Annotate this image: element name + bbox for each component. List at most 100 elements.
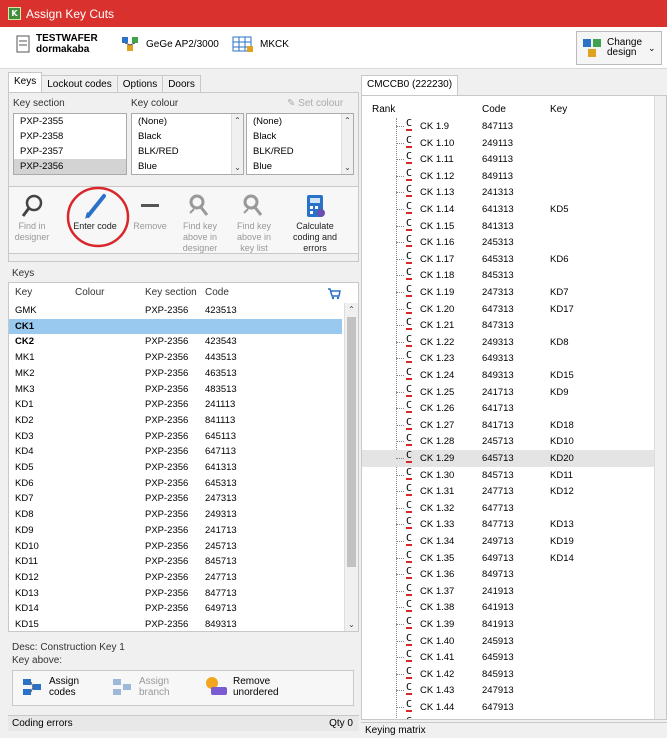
table-row[interactable]: KD5 PXP-2356 641313 — [9, 460, 342, 475]
tree-node[interactable]: C CK 1.26 641713 — [362, 400, 666, 417]
tree-node[interactable]: C CK 1.25 241713 KD9 — [362, 384, 666, 401]
scroll-down-icon[interactable]: ⌄ — [345, 620, 358, 629]
key-colour-list-1[interactable]: (None) Black BLK/RED Blue ⌃ ⌄ — [131, 113, 244, 175]
key-section-item[interactable]: PXP-2357 — [14, 144, 126, 159]
tree-node[interactable]: C CK 1.29 645713 KD20 — [362, 450, 666, 467]
tree-node[interactable]: C CK 1.16 245313 — [362, 234, 666, 251]
find-key-above-designer-button[interactable]: Find key above in designer — [177, 191, 223, 254]
col-key-section[interactable]: Key section — [145, 283, 197, 303]
table-row[interactable]: KD14 PXP-2356 649713 — [9, 601, 342, 616]
tree-node[interactable]: C CK 1.33 847713 KD13 — [362, 516, 666, 533]
scrollbar[interactable]: ⌃ ⌄ — [231, 114, 243, 174]
key-section-item[interactable]: PXP-2358 — [14, 129, 126, 144]
tab-lockout-codes[interactable]: Lockout codes — [41, 75, 118, 92]
tree-node[interactable]: C CK 1.32 647713 — [362, 500, 666, 517]
tree-node[interactable]: C CK 1.20 647313 KD17 — [362, 301, 666, 318]
scroll-down-icon[interactable]: ⌄ — [342, 163, 353, 172]
set-colour-button[interactable]: ✎ Set colour — [287, 98, 343, 109]
colour-item[interactable]: (None) — [247, 114, 353, 129]
colour-item[interactable]: Blue — [132, 159, 243, 174]
scroll-up-icon[interactable]: ⌃ — [345, 305, 358, 314]
scrollbar[interactable]: ⌃ ⌄ — [341, 114, 353, 174]
remove-button[interactable]: Remove — [131, 191, 169, 232]
find-in-designer-button[interactable]: Find in designer — [11, 191, 53, 243]
coding-errors-bar[interactable]: Coding errors Qty 0 — [8, 715, 359, 731]
tree-node[interactable]: C CK 1.37 241913 — [362, 583, 666, 600]
colour-item[interactable]: Black — [132, 129, 243, 144]
table-row[interactable]: KD11 PXP-2356 845713 — [9, 554, 342, 569]
tree-node[interactable]: C CK 1.15 841313 — [362, 218, 666, 235]
table-row[interactable]: CK1 — [9, 318, 342, 334]
find-key-above-list-button[interactable]: Find key above in key list — [231, 191, 277, 254]
table-row[interactable]: KD2 PXP-2356 841113 — [9, 413, 342, 428]
change-design-button[interactable]: Change design ⌄ — [576, 31, 662, 65]
tree-node[interactable]: C CK 1.22 249313 KD8 — [362, 334, 666, 351]
table-row[interactable]: KD10 PXP-2356 245713 — [9, 539, 342, 554]
tree-node[interactable]: C CK 1.13 241313 — [362, 184, 666, 201]
table-row[interactable]: KD4 PXP-2356 647113 — [9, 444, 342, 459]
table-row[interactable]: GMK PXP-2356 423513 — [9, 303, 342, 318]
col-rank[interactable]: Rank — [372, 104, 395, 115]
tree-node[interactable]: C CK 1.10 249113 — [362, 135, 666, 152]
tree-node[interactable]: C CK 1.27 841713 KD18 — [362, 417, 666, 434]
scroll-up-icon[interactable]: ⌃ — [232, 116, 243, 125]
tree-node[interactable]: C CK 1.31 247713 KD12 — [362, 483, 666, 500]
table-row[interactable]: KD3 PXP-2356 645113 — [9, 429, 342, 444]
assign-codes-button[interactable]: Assign codes — [21, 675, 79, 699]
table-row[interactable]: MK2 PXP-2356 463513 — [9, 366, 342, 381]
table-row[interactable]: KD15 PXP-2356 849313 — [9, 617, 342, 631]
colour-item[interactable]: Blue — [247, 159, 353, 174]
tree-node[interactable]: C CK 1.30 845713 KD11 — [362, 467, 666, 484]
tree-node[interactable]: C CK 1.12 849113 — [362, 168, 666, 185]
key-section-item-selected[interactable]: PXP-2356 — [14, 159, 126, 174]
tree-node[interactable]: C CK 1.9 847113 — [362, 118, 666, 135]
tree-node[interactable]: C CK 1.17 645313 KD6 — [362, 251, 666, 268]
scroll-up-icon[interactable]: ⌃ — [342, 116, 353, 125]
calculate-button[interactable]: Calculate coding and errors — [285, 191, 345, 254]
assign-branch-button[interactable]: Assign branch — [111, 675, 170, 699]
table-row[interactable]: KD12 PXP-2356 247713 — [9, 570, 342, 585]
keying-matrix-bar[interactable]: Keying matrix — [361, 722, 667, 738]
table-row[interactable]: KD7 PXP-2356 247313 — [9, 491, 342, 506]
tree-node[interactable]: C CK 1.38 641913 — [362, 599, 666, 616]
key-section-list[interactable]: PXP-2355 PXP-2358 PXP-2357 PXP-2356 — [13, 113, 127, 175]
colour-item[interactable]: BLK/RED — [132, 144, 243, 159]
col-code[interactable]: Code — [482, 104, 506, 115]
tab-keys[interactable]: Keys — [8, 72, 43, 92]
scroll-down-icon[interactable]: ⌄ — [232, 163, 243, 172]
tree-node[interactable]: C CK 1.42 845913 — [362, 666, 666, 683]
tree-node[interactable]: C CK 1.45 847913 — [362, 716, 666, 719]
tree-node[interactable]: C CK 1.39 841913 — [362, 616, 666, 633]
tree-node[interactable]: C CK 1.23 649313 — [362, 350, 666, 367]
table-row[interactable]: MK1 PXP-2356 443513 — [9, 350, 342, 365]
remove-unordered-button[interactable]: Remove unordered — [203, 675, 279, 699]
tree-node[interactable]: C CK 1.35 649713 KD14 — [362, 550, 666, 567]
tree-node[interactable]: C CK 1.41 645913 — [362, 649, 666, 666]
tree-node[interactable]: C CK 1.11 649113 — [362, 151, 666, 168]
tree-node[interactable]: C CK 1.19 247313 KD7 — [362, 284, 666, 301]
tree-node[interactable]: C CK 1.43 247913 — [362, 682, 666, 699]
tree-node[interactable]: C CK 1.40 245913 — [362, 633, 666, 650]
tree-scrollbar[interactable] — [654, 96, 666, 719]
cart-icon[interactable] — [327, 287, 341, 300]
colour-item[interactable]: Black — [247, 129, 353, 144]
tree-node[interactable]: C CK 1.24 849313 KD15 — [362, 367, 666, 384]
table-row[interactable]: MK3 PXP-2356 483513 — [9, 382, 342, 397]
tree-node[interactable]: C CK 1.28 245713 KD10 — [362, 433, 666, 450]
tree-node[interactable]: C CK 1.21 847313 — [362, 317, 666, 334]
tab-cmccb0[interactable]: CMCCB0 (222230) — [361, 75, 459, 95]
keys-scrollbar[interactable]: ⌃ ⌄ — [344, 303, 358, 631]
tab-options[interactable]: Options — [116, 75, 164, 92]
tree-node[interactable]: C CK 1.44 647913 — [362, 699, 666, 716]
table-row[interactable]: KD8 PXP-2356 249313 — [9, 507, 342, 522]
tab-doors[interactable]: Doors — [162, 75, 201, 92]
colour-item[interactable]: (None) — [132, 114, 243, 129]
tree-node[interactable]: C CK 1.14 641313 KD5 — [362, 201, 666, 218]
tree-node[interactable]: C CK 1.18 845313 — [362, 267, 666, 284]
table-row[interactable]: KD13 PXP-2356 847713 — [9, 586, 342, 601]
table-row[interactable]: CK2 PXP-2356 423543 — [9, 334, 342, 349]
key-section-item[interactable]: PXP-2355 — [14, 114, 126, 129]
tree-node[interactable]: C CK 1.34 249713 KD19 — [362, 533, 666, 550]
key-colour-list-2[interactable]: (None) Black BLK/RED Blue ⌃ ⌄ — [246, 113, 354, 175]
colour-item[interactable]: BLK/RED — [247, 144, 353, 159]
